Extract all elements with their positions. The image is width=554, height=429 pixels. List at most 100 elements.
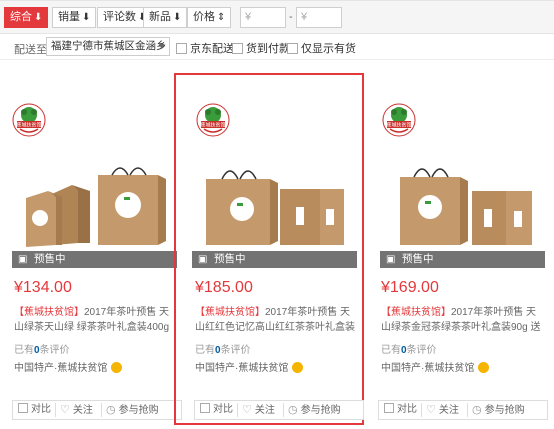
arrow-updown-icon: ⇕ [217, 12, 226, 23]
divider [467, 403, 468, 417]
checkbox-box[interactable] [384, 403, 394, 413]
sort-sales-label: 销量 [58, 11, 80, 23]
logo-text: 蕉城扶贫馆 [16, 122, 41, 129]
vip-badge-icon [292, 362, 304, 373]
presale-badge: ▣ 预售中 [12, 251, 177, 268]
checkbox-box[interactable] [176, 43, 187, 54]
shop-name[interactable]: 中国特产·蕉城扶贫馆 [195, 359, 304, 374]
ship-to-label: 配送至 [14, 44, 47, 56]
follow-button[interactable]: ♡ 关注 [60, 401, 93, 419]
cod-label: 货到付款 [246, 43, 290, 55]
compare-label: 对比 [397, 404, 417, 415]
review-count: 已有0条评价 [14, 341, 70, 356]
join-label: 参与抢购 [118, 405, 159, 416]
product-price: ¥169.00 [381, 279, 439, 296]
presale-badge: ▣ 预售中 [380, 251, 545, 268]
divider [283, 403, 284, 417]
product-card-highlighted[interactable]: 蕉城扶贫馆 ▣ 预售中 ¥185.00 【蕉城扶贫馆】2017年茶叶预售 天山红红… [174, 73, 364, 425]
shop-tag: 【蕉城扶贫馆】 [195, 307, 265, 318]
product-title[interactable]: 【蕉城扶贫馆】2017年茶叶预售 天山绿茶天山绿 绿茶茶叶礼盒装400g 送试喝… [14, 305, 178, 335]
product-image[interactable] [12, 163, 172, 251]
compare-label: 对比 [213, 404, 233, 415]
join-rush-button[interactable]: ◷ 参与抢购 [288, 401, 341, 419]
card-actions: 对比 ♡ 关注 ◷ 参与抢购 [378, 400, 548, 420]
arrow-down-icon: ⬇ [173, 12, 182, 23]
compare-label: 对比 [31, 404, 51, 415]
checkbox-box[interactable] [232, 43, 243, 54]
location-value: 福建宁德市蕉城区金涵乡 [51, 40, 167, 52]
shop-tag: 【蕉城扶贫馆】 [14, 307, 84, 318]
shop-name-text: 中国特产·蕉城扶贫馆 [14, 363, 108, 374]
presale-label: 预售中 [34, 253, 66, 265]
presale-icon: ▣ [386, 254, 396, 265]
sort-price-button[interactable]: 价格 ⇕ [187, 7, 232, 28]
product-card[interactable]: 蕉城扶贫馆 ▣ 预售中 ¥169.00 【蕉城扶贫馆】2017年茶叶预售 天山绿茶… [372, 73, 554, 425]
product-title[interactable]: 【蕉城扶贫馆】2017年茶叶预售 天山绿茶金冠茶绿茶茶叶礼盒装90g 送试喝茶1… [381, 305, 545, 335]
reviews-prefix: 已有 [195, 345, 215, 356]
product-image[interactable] [192, 163, 352, 251]
sort-default-button[interactable]: 综合 ⬇ [4, 7, 49, 28]
location-select[interactable]: 福建宁德市蕉城区金涵乡 ▼ [46, 37, 170, 56]
price-separator: - [289, 11, 293, 23]
shop-name-text: 中国特产·蕉城扶贫馆 [381, 363, 475, 374]
in-stock-checkbox[interactable]: 仅显示有货 [287, 40, 356, 56]
presale-badge: ▣ 预售中 [192, 251, 357, 268]
presale-label: 预售中 [214, 253, 246, 265]
chevron-down-icon: ▼ [157, 41, 166, 51]
join-rush-button[interactable]: ◷ 参与抢购 [106, 401, 159, 419]
divider [55, 403, 56, 417]
compare-button[interactable]: 对比 [200, 401, 233, 419]
review-count: 已有0条评价 [195, 341, 251, 356]
cod-checkbox[interactable]: 货到付款 [232, 40, 290, 56]
product-card[interactable]: 蕉城扶贫馆 ▣ 预售中 ¥134.00 【蕉城扶贫馆】2017年茶叶预售 天山绿茶… [2, 73, 192, 425]
clock-icon: ◷ [106, 404, 116, 416]
sort-default-label: 综合 [10, 11, 32, 23]
heart-icon: ♡ [242, 404, 252, 416]
follow-button[interactable]: ♡ 关注 [426, 401, 459, 419]
product-price: ¥134.00 [14, 279, 72, 296]
join-label: 参与抢购 [484, 405, 525, 416]
checkbox-box[interactable] [287, 43, 298, 54]
price-max-input[interactable]: ¥ [296, 7, 342, 28]
join-rush-button[interactable]: ◷ 参与抢购 [472, 401, 525, 419]
product-image[interactable] [380, 163, 540, 251]
filter-bar: 配送至 福建宁德市蕉城区金涵乡 ▼ 京东配送 货到付款 仅显示有货 [0, 34, 554, 60]
product-title[interactable]: 【蕉城扶贫馆】2017年茶叶预售 天山红红色记忆高山红红茶茶叶礼盒装160g 送 [195, 305, 359, 335]
divider [421, 403, 422, 417]
clock-icon: ◷ [288, 404, 298, 416]
compare-button[interactable]: 对比 [384, 401, 417, 419]
compare-button[interactable]: 对比 [18, 401, 51, 419]
sort-sales-button[interactable]: 销量 ⬇ [52, 7, 97, 28]
product-price: ¥185.00 [195, 279, 253, 296]
reviews-suffix: 条评价 [406, 345, 437, 356]
vip-badge-icon [111, 362, 123, 373]
shop-name[interactable]: 中国特产·蕉城扶贫馆 [381, 359, 490, 374]
logo-text: 蕉城扶贫馆 [386, 122, 411, 129]
reviews-suffix: 条评价 [39, 345, 70, 356]
card-actions: 对比 ♡ 关注 ◷ 参与抢购 [194, 400, 364, 420]
shop-name-text: 中国特产·蕉城扶贫馆 [195, 363, 289, 374]
follow-button[interactable]: ♡ 关注 [242, 401, 275, 419]
follow-label: 关注 [72, 405, 93, 416]
divider [101, 403, 102, 417]
heart-icon: ♡ [426, 404, 436, 416]
sort-new-label: 新品 [149, 11, 171, 23]
checkbox-box[interactable] [200, 403, 210, 413]
review-count: 已有0条评价 [381, 341, 437, 356]
in-stock-label: 仅显示有货 [301, 43, 356, 55]
shop-logo-icon: 蕉城扶贫馆 [12, 103, 46, 137]
follow-label: 关注 [254, 405, 275, 416]
checkbox-box[interactable] [18, 403, 28, 413]
card-actions: 对比 ♡ 关注 ◷ 参与抢购 [12, 400, 182, 420]
sort-price-label: 价格 [193, 11, 215, 23]
heart-icon: ♡ [60, 404, 70, 416]
price-min-input[interactable]: ¥ [240, 7, 286, 28]
presale-label: 预售中 [402, 253, 434, 265]
jd-delivery-checkbox[interactable]: 京东配送 [176, 40, 234, 56]
join-label: 参与抢购 [300, 405, 341, 416]
shop-name[interactable]: 中国特产·蕉城扶贫馆 [14, 359, 123, 374]
sort-new-button[interactable]: 新品 ⬇ [143, 7, 188, 28]
sort-reviews-label: 评论数 [103, 11, 136, 23]
reviews-prefix: 已有 [381, 345, 401, 356]
shop-logo-icon: 蕉城扶贫馆 [196, 103, 230, 137]
